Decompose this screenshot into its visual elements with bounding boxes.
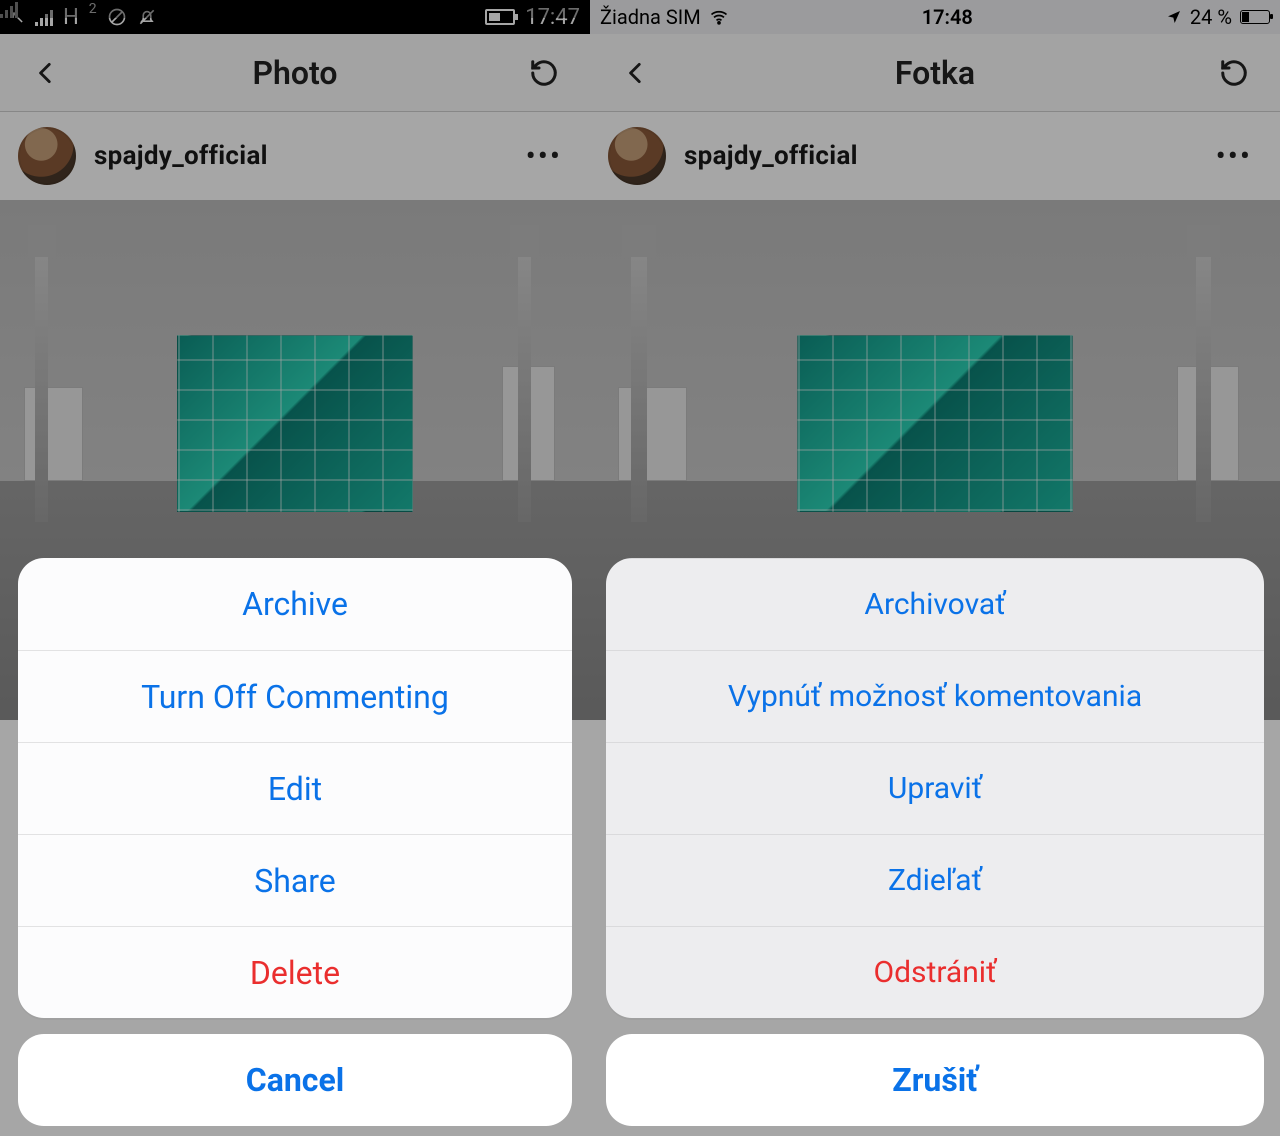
action-sheet-cancel[interactable]: Zrušiť [606, 1034, 1264, 1126]
action-sheet: ArchivovaťVypnúť možnosť komentovaniaUpr… [606, 558, 1264, 1126]
action-sheet-item[interactable]: Vypnúť možnosť komentovania [606, 650, 1264, 742]
action-sheet-item[interactable]: Edit [18, 742, 572, 834]
action-sheet: ArchiveTurn Off CommentingEditShareDelet… [18, 558, 572, 1126]
action-sheet-item[interactable]: Upraviť [606, 742, 1264, 834]
action-sheet-item[interactable]: Archivovať [606, 558, 1264, 650]
action-sheet-item[interactable]: Zdieľať [606, 834, 1264, 926]
action-sheet-cancel[interactable]: Cancel [18, 1034, 572, 1126]
action-sheet-item[interactable]: Odstrániť [606, 926, 1264, 1018]
action-sheet-item[interactable]: Turn Off Commenting [18, 650, 572, 742]
action-sheet-item[interactable]: Delete [18, 926, 572, 1018]
action-sheet-item[interactable]: Archive [18, 558, 572, 650]
screen-left: ↖ H 2 17:47 Photo [0, 0, 590, 1136]
action-sheet-item[interactable]: Share [18, 834, 572, 926]
screen-right: Žiadna SIM 17:48 24 % Fotka [590, 0, 1280, 1136]
